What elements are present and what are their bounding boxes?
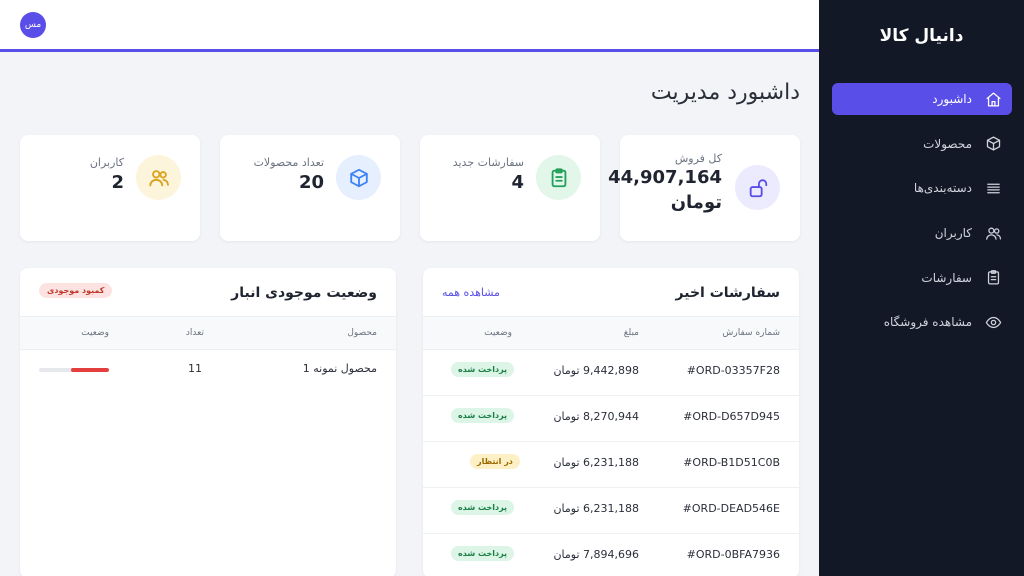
order-amount: 6,231,188 تومان <box>553 502 639 515</box>
inventory-status-panel: وضعیت موجودی انبار کمبود موجودی محصول تع… <box>20 268 396 576</box>
top-bar: مس <box>0 0 819 52</box>
stat-card-sales: کل فروش 44,907,164 تومان <box>608 135 800 241</box>
order-amount: 8,270,944 تومان <box>553 410 639 423</box>
table-row[interactable]: #ORD-0BFA7936 7,894,696 تومان پرداخت شده <box>423 534 799 576</box>
panel-title: سفارشات اخیر <box>675 285 780 301</box>
box-icon <box>984 135 1002 153</box>
table-row[interactable]: #ORD-B1D51C0B 6,231,188 تومان در انتظار <box>423 442 799 488</box>
stat-label: کاربران <box>89 156 124 169</box>
sidebar-item-label: دسته‌بندی‌ها <box>913 181 972 196</box>
page-title: داشبورد مدیریت <box>650 80 800 105</box>
column-header-order: شماره سفارش <box>722 328 780 338</box>
stock-level-fill <box>70 368 109 372</box>
home-icon <box>984 90 1002 108</box>
status-badge: در انتظار <box>470 454 520 469</box>
column-header-status: وضعیت <box>484 328 512 338</box>
product-name[interactable]: محصول نمونه 1 <box>303 362 377 375</box>
users-icon <box>984 224 1002 242</box>
order-id[interactable]: #ORD-0BFA7936 <box>687 548 780 561</box>
stat-label: سفارشات جدید <box>452 156 524 169</box>
order-amount: 7,894,696 تومان <box>553 548 639 561</box>
sidebar-item-label: داشبورد <box>932 92 972 106</box>
table-row[interactable]: #ORD-D657D945 8,270,944 تومان پرداخت شده <box>423 396 799 442</box>
stat-label: تعداد محصولات <box>253 156 324 169</box>
unlock-icon <box>735 165 780 210</box>
sidebar-item-categories[interactable]: دسته‌بندی‌ها <box>832 172 1012 204</box>
brand-title[interactable]: دانیال کالا <box>819 26 1024 46</box>
table-header: محصول تعداد وضعیت <box>20 316 396 350</box>
product-count: 11 <box>188 362 202 375</box>
sidebar-item-label: محصولات <box>923 136 972 151</box>
order-id[interactable]: #ORD-B1D51C0B <box>683 456 780 469</box>
stat-value: 2 <box>111 172 124 193</box>
sidebar-nav: داشبورد محصولات دسته‌بندی‌ها کاربران سفا… <box>832 83 1012 351</box>
sidebar: دانیال کالا داشبورد محصولات دسته‌بندی‌ها… <box>819 0 1024 576</box>
column-header-product: محصول <box>347 328 377 338</box>
stat-unit: تومان <box>670 192 722 213</box>
stat-card-users: کاربران 2 <box>20 135 200 241</box>
sidebar-item-label: مشاهده فروشگاه <box>883 315 972 330</box>
stock-level-bar <box>39 368 109 372</box>
stat-card-products: تعداد محصولات 20 <box>220 135 400 241</box>
stat-value: 20 <box>298 172 324 193</box>
table-row[interactable]: محصول نمونه 1 11 <box>20 350 396 396</box>
clipboard-icon <box>984 269 1002 287</box>
eye-icon <box>984 313 1002 331</box>
low-stock-badge: کمبود موجودی <box>39 283 113 298</box>
status-badge: پرداخت شده <box>451 500 515 515</box>
order-id[interactable]: #ORD-DEAD546E <box>683 502 780 515</box>
recent-orders-panel: سفارشات اخیر مشاهده همه شماره سفارش مبلغ… <box>423 268 799 576</box>
order-id[interactable]: #ORD-03357F28 <box>687 364 780 377</box>
column-header-amount: مبلغ <box>623 328 639 338</box>
view-all-link[interactable]: مشاهده همه <box>442 286 500 299</box>
status-badge: پرداخت شده <box>451 362 515 377</box>
sidebar-item-users[interactable]: کاربران <box>832 217 1012 249</box>
sidebar-item-products[interactable]: محصولات <box>832 128 1012 160</box>
status-badge: پرداخت شده <box>451 408 515 423</box>
sidebar-item-view-store[interactable]: مشاهده فروشگاه <box>832 306 1012 338</box>
table-row[interactable]: #ORD-03357F28 9,442,898 تومان پرداخت شده <box>423 350 799 396</box>
table-header: شماره سفارش مبلغ وضعیت <box>423 316 799 350</box>
stat-value: 44,907,164 <box>608 167 722 188</box>
sidebar-item-label: سفارشات <box>921 270 972 285</box>
stat-card-new-orders: سفارشات جدید 4 <box>420 135 600 241</box>
order-id[interactable]: #ORD-D657D945 <box>683 410 780 423</box>
stat-label: کل فروش <box>674 152 722 165</box>
clipboard-check-icon <box>536 155 581 200</box>
column-header-status: وضعیت <box>81 328 109 338</box>
sidebar-item-orders[interactable]: سفارشات <box>832 262 1012 294</box>
order-amount: 6,231,188 تومان <box>553 456 639 469</box>
cube-icon <box>336 155 381 200</box>
table-row[interactable]: #ORD-DEAD546E 6,231,188 تومان پرداخت شده <box>423 488 799 534</box>
users-icon <box>136 155 181 200</box>
sidebar-item-label: کاربران <box>934 226 972 241</box>
sidebar-item-dashboard[interactable]: داشبورد <box>832 83 1012 115</box>
column-header-count: تعداد <box>185 328 204 338</box>
panel-title: وضعیت موجودی انبار <box>231 285 377 301</box>
order-amount: 9,442,898 تومان <box>553 364 639 377</box>
status-badge: پرداخت شده <box>451 546 515 561</box>
list-icon <box>984 179 1002 197</box>
stat-value: 4 <box>511 172 524 193</box>
user-avatar[interactable]: مس <box>20 12 46 38</box>
